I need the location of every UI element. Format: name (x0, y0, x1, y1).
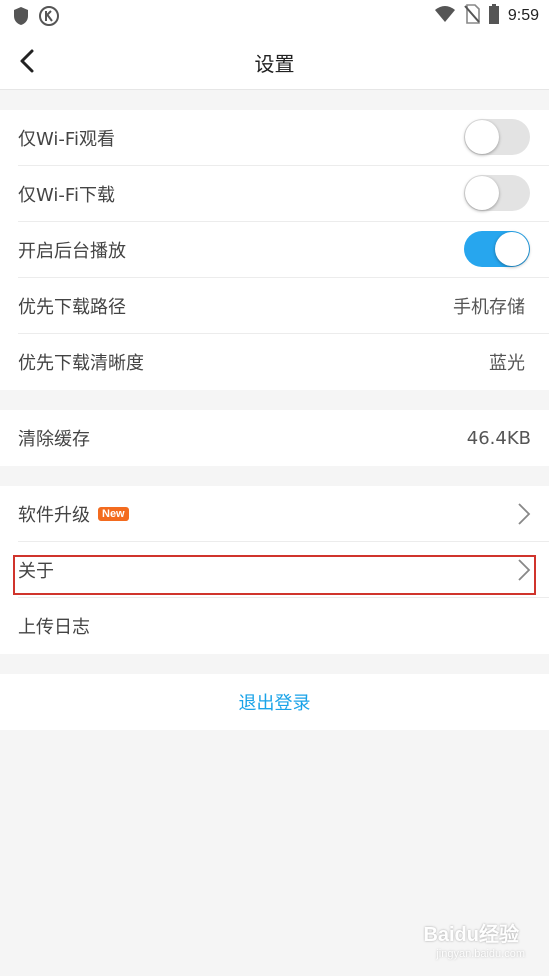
nav-bar: 设置 (0, 32, 549, 90)
page-title: 设置 (254, 52, 295, 76)
download-path-value: 手机存储 (453, 296, 525, 318)
download-quality-row[interactable]: 优先下载清晰度 蓝光 (18, 334, 549, 390)
background-play-row: 开启后台播放 (18, 222, 549, 278)
row-label: 仅Wi-Fi下载 (18, 184, 115, 206)
row-label: 软件升级 (18, 504, 90, 526)
row-label: 仅Wi-Fi观看 (18, 128, 115, 150)
row-label: 上传日志 (18, 617, 90, 638)
status-bar: 9:59 (0, 0, 549, 32)
download-quality-value: 蓝光 (489, 353, 525, 374)
chevron-right-icon (517, 558, 531, 582)
new-badge: New (98, 506, 129, 521)
wifi-only-watch-row: 仅Wi-Fi观看 (18, 110, 549, 166)
k-circle-icon (38, 5, 60, 31)
download-path-row[interactable]: 优先下载路径 手机存储 (18, 278, 549, 334)
settings-group-cache: 清除缓存 46.4KB (0, 410, 549, 466)
background-play-toggle[interactable] (464, 231, 530, 267)
shield-icon (12, 6, 30, 30)
row-label: 优先下载路径 (18, 296, 126, 318)
about-row[interactable]: 关于 (18, 542, 549, 598)
wifi-only-watch-toggle[interactable] (464, 119, 530, 155)
settings-group-playback: 仅Wi-Fi观看 仅Wi-Fi下载 开启后台播放 优先下载路径 手机存储 优先下… (0, 110, 549, 390)
row-label: 关于 (18, 560, 54, 582)
wifi-only-download-row: 仅Wi-Fi下载 (18, 166, 549, 222)
cache-size-value: 46.4KB (466, 427, 531, 449)
chevron-right-icon (517, 502, 531, 526)
row-label: 优先下载清晰度 (18, 353, 144, 374)
no-sim-icon (464, 4, 480, 28)
clear-cache-row[interactable]: 清除缓存 46.4KB (18, 410, 549, 466)
settings-group-about: 软件升级 New 关于 上传日志 (0, 486, 549, 654)
row-label: 清除缓存 (18, 429, 90, 450)
logout-button[interactable]: 退出登录 (0, 674, 549, 730)
watermark-logo: Baidu经验 (423, 924, 519, 946)
upload-log-row[interactable]: 上传日志 (18, 598, 549, 654)
row-label: 开启后台播放 (18, 240, 126, 262)
logout-label: 退出登录 (238, 693, 311, 714)
watermark-url: jingyan.baidu.com (436, 948, 525, 960)
wifi-icon (434, 5, 456, 27)
battery-icon (488, 4, 500, 28)
wifi-only-download-toggle[interactable] (464, 175, 530, 211)
status-time: 9:59 (507, 7, 539, 24)
software-upgrade-row[interactable]: 软件升级 New (18, 486, 549, 542)
